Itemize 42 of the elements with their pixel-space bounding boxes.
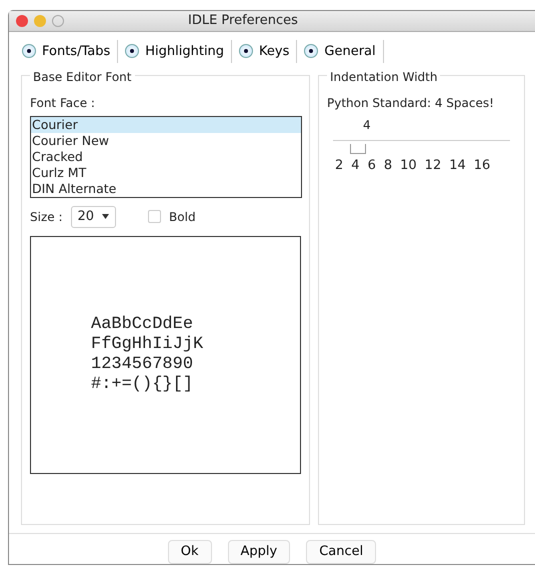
font-face-label: Font Face : — [30, 95, 96, 112]
preview-text: AaBbCcDdEe — [91, 314, 194, 334]
font-list-item[interactable]: Cracked — [31, 149, 301, 165]
tick-label: 10 — [400, 157, 417, 175]
tick-label: 2 — [335, 157, 344, 175]
dialog-button[interactable]: Ok — [168, 540, 212, 564]
tick-label: 4 — [351, 157, 360, 175]
tab[interactable]: Fonts/Tabs — [15, 40, 118, 63]
font-list-item[interactable]: Courier New — [31, 133, 301, 149]
font-list-item[interactable]: Curlz MT — [31, 165, 301, 181]
size-dropdown[interactable]: 20 — [70, 206, 116, 228]
bold-checkbox[interactable] — [148, 210, 162, 224]
radio-button[interactable] — [125, 44, 140, 58]
preview-text: FfGgHhIiJjK — [91, 334, 204, 354]
dialog-button[interactable]: Cancel — [306, 540, 376, 564]
zoom-icon[interactable] — [52, 14, 64, 27]
preview-text: 1234567890 — [91, 354, 194, 374]
close-icon[interactable] — [16, 14, 28, 27]
radio-button[interactable] — [239, 44, 254, 58]
tab[interactable]: Highlighting — [118, 40, 232, 63]
tick-label: 6 — [368, 157, 376, 175]
font-list-item[interactable]: Courier — [31, 117, 301, 133]
tick-label: 12 — [424, 157, 442, 175]
tab[interactable]: Keys — [232, 40, 298, 63]
indent-slider[interactable] — [333, 140, 510, 152]
caret-icon — [102, 214, 110, 220]
radio-button[interactable] — [22, 44, 36, 58]
font-list-item[interactable]: DIN Alternate — [31, 181, 301, 197]
window-title: IDLE Preferences — [188, 12, 298, 30]
python-standard-note: Python Standard: 4 Spaces! — [327, 95, 495, 112]
tab[interactable]: General — [297, 40, 384, 63]
dialog-button[interactable]: Apply — [228, 540, 290, 564]
size-label: Size : — [30, 208, 62, 226]
radio-button[interactable] — [304, 44, 318, 58]
slider-thumb[interactable] — [350, 144, 366, 154]
preview-text: #:+=(){}[] — [91, 374, 194, 394]
font-list[interactable]: Courier Courier New Cracked Curlz MT DIN Alternate — [30, 116, 302, 198]
tick-label: 8 — [384, 157, 392, 175]
bold-label: Bold — [169, 208, 196, 226]
tick-label: 14 — [449, 157, 466, 175]
slider-value: 4 — [362, 117, 372, 134]
tick-label: 16 — [474, 157, 490, 175]
